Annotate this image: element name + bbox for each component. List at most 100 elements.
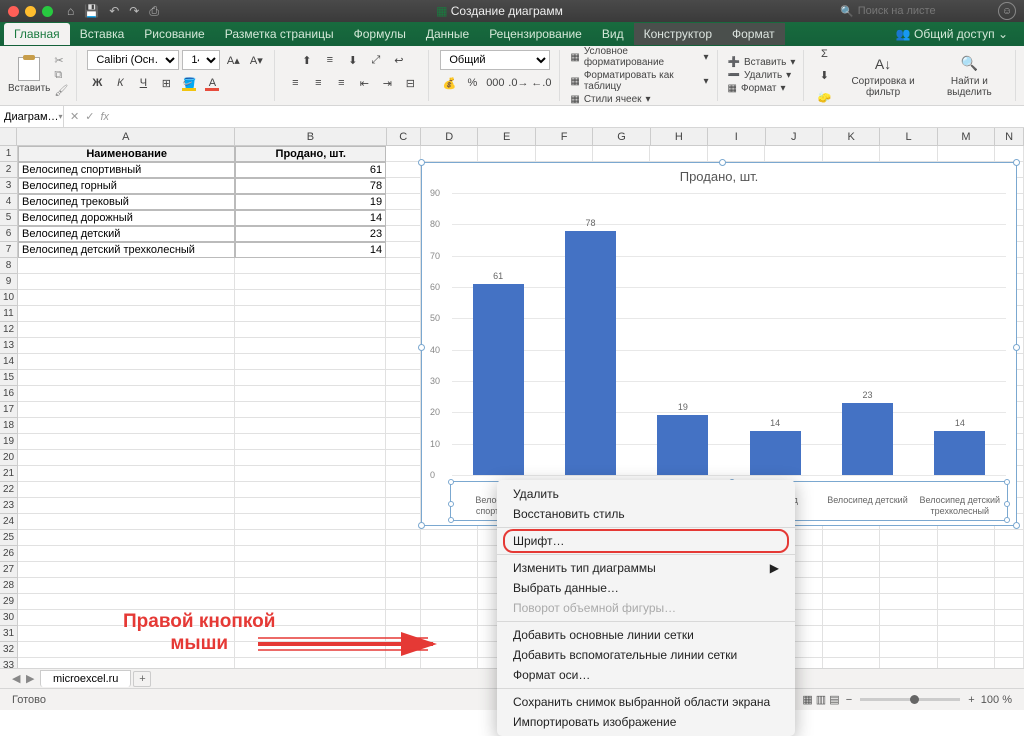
cell[interactable] [386,402,421,418]
cell[interactable] [235,338,386,354]
ctx-select-data[interactable]: Выбрать данные… [497,578,795,598]
cell[interactable] [18,434,235,450]
redo-icon[interactable]: ↷ [129,4,139,18]
row-header[interactable]: 15 [0,370,18,386]
cell[interactable] [386,242,421,258]
cell[interactable]: 61 [235,162,386,178]
zoom-window[interactable] [42,6,53,17]
cell[interactable] [18,514,235,530]
column-header[interactable]: D [421,128,478,145]
cell[interactable] [235,546,386,562]
cell[interactable] [386,162,421,178]
row-header[interactable]: 17 [0,402,18,418]
ctx-major-gridlines[interactable]: Добавить основные линии сетки [497,625,795,645]
cell[interactable] [235,530,386,546]
column-header[interactable]: E [478,128,535,145]
row-header[interactable]: 26 [0,546,18,562]
cell[interactable] [386,594,421,610]
cell[interactable] [823,146,880,162]
font-family-select[interactable]: Calibri (Осн… [87,50,179,70]
percent-icon[interactable]: % [462,73,482,93]
cell[interactable]: Велосипед дорожный [18,210,235,226]
cell[interactable] [938,626,995,642]
cell[interactable]: 14 [235,210,386,226]
cell[interactable] [386,434,421,450]
cell[interactable] [880,594,937,610]
cell[interactable] [386,482,421,498]
cell[interactable] [386,578,421,594]
cell[interactable] [386,418,421,434]
cell[interactable] [235,594,386,610]
cell[interactable] [18,418,235,434]
cell[interactable] [386,258,421,274]
cell[interactable] [995,146,1024,162]
tab-insert[interactable]: Вставка [70,23,135,45]
chart-bar[interactable] [934,431,985,475]
cell[interactable] [386,546,421,562]
cell[interactable] [823,546,880,562]
cell[interactable] [880,626,937,642]
cell[interactable] [18,370,235,386]
ctx-import-image[interactable]: Импортировать изображение [497,712,795,732]
currency-icon[interactable]: 💰 [439,73,459,93]
tab-draw[interactable]: Рисование [134,23,214,45]
cell[interactable] [880,642,937,658]
format-as-table-button[interactable]: ▦ Форматировать как таблицу ▾ [570,70,708,92]
row-header[interactable]: 7 [0,242,18,258]
row-header[interactable]: 22 [0,482,18,498]
row-header[interactable]: 9 [0,274,18,290]
zoom-out-button[interactable]: − [846,694,852,706]
save-icon[interactable]: 💾 [84,4,99,18]
cell[interactable] [823,530,880,546]
cell[interactable] [235,482,386,498]
clear-icon[interactable]: 🧽 [814,88,834,108]
tab-formulas[interactable]: Формулы [344,23,416,45]
cell[interactable]: 78 [235,178,386,194]
cell[interactable]: Велосипед трековый [18,194,235,210]
row-header[interactable]: 31 [0,626,18,642]
row-header[interactable]: 21 [0,466,18,482]
align-top-icon[interactable]: ⬆ [297,50,317,70]
name-box[interactable]: Диаграм…▾ [0,106,64,127]
select-all-triangle[interactable] [0,128,17,145]
cell[interactable] [235,466,386,482]
dec-decimal-icon[interactable]: ←.0 [531,73,551,93]
add-sheet-button[interactable]: + [133,671,151,687]
cell[interactable] [235,498,386,514]
cell[interactable] [938,642,995,658]
row-header[interactable]: 1 [0,146,18,162]
cell[interactable] [235,402,386,418]
cell[interactable] [386,370,421,386]
row-header[interactable]: 2 [0,162,18,178]
chart-bar[interactable] [473,284,524,475]
cell[interactable]: Наименование [18,146,235,162]
column-header[interactable]: K [823,128,880,145]
row-header[interactable]: 28 [0,578,18,594]
cell[interactable] [386,466,421,482]
chart-bar[interactable] [750,431,801,475]
cell[interactable] [708,146,765,162]
number-format-select[interactable]: Общий [440,50,550,70]
align-center-icon[interactable]: ≡ [308,73,328,93]
row-header[interactable]: 5 [0,210,18,226]
cell[interactable] [823,642,880,658]
row-header[interactable]: 32 [0,642,18,658]
cell[interactable] [18,578,235,594]
cell[interactable] [593,146,650,162]
cell[interactable] [18,562,235,578]
row-header[interactable]: 11 [0,306,18,322]
cell[interactable] [938,562,995,578]
cell[interactable] [880,578,937,594]
cell[interactable] [235,434,386,450]
cell[interactable] [386,322,421,338]
format-painter-icon[interactable]: 🖌 [54,84,68,97]
view-normal-icon[interactable]: ▦ [802,693,812,706]
wrap-text-icon[interactable]: ↩ [389,50,409,70]
cell[interactable] [18,258,235,274]
column-header[interactable]: G [593,128,650,145]
cancel-formula-icon[interactable]: ✕ [70,110,79,123]
cell[interactable] [995,578,1024,594]
view-pagelayout-icon[interactable]: ▥ [816,693,826,706]
cell[interactable] [386,514,421,530]
cell[interactable] [880,530,937,546]
